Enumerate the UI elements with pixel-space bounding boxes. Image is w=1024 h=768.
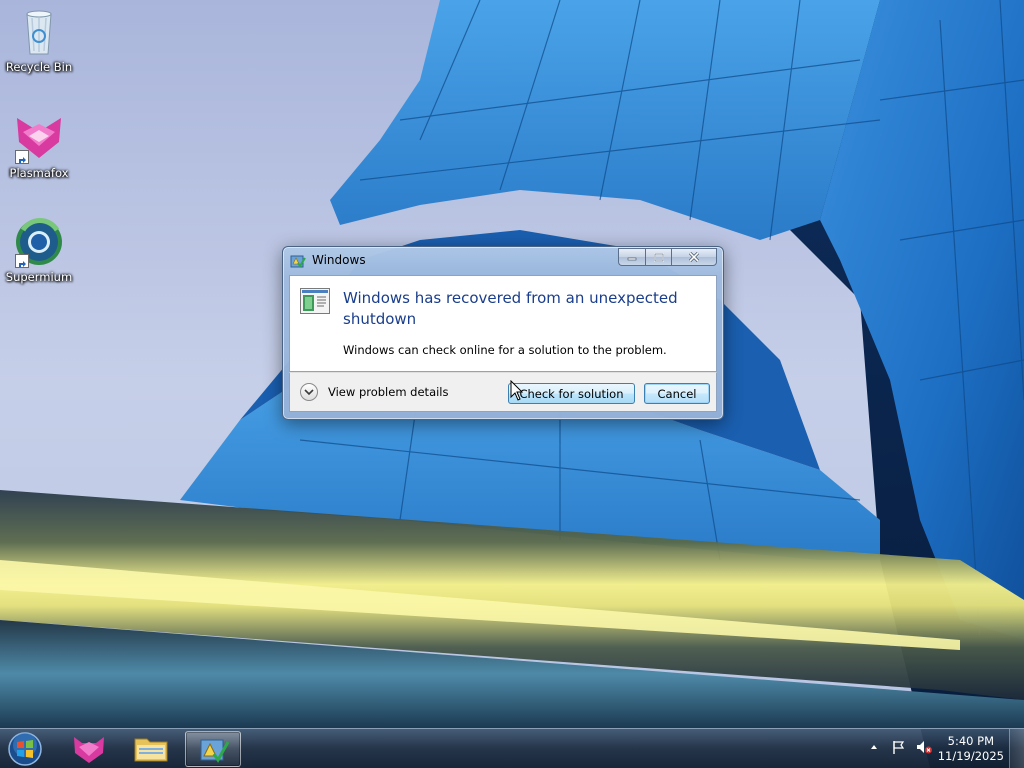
volume-muted-icon [917,741,932,754]
check-for-solution-button[interactable]: Check for solution [508,383,635,404]
recycle-bin-icon [13,6,65,58]
dialog-footer: View problem details Check for solution … [289,372,717,412]
secondary-text: Windows can check online for a solution … [343,343,667,357]
start-button[interactable] [6,731,44,767]
dialog-titlebar[interactable]: Windows [283,247,723,275]
shortcut-arrow-icon [15,254,29,268]
desktop-icon-label: Plasmafox [9,166,69,180]
plasmafox-icon [13,112,65,164]
view-problem-details-label[interactable]: View problem details [328,385,449,399]
volume-button[interactable] [915,739,932,755]
minimize-button[interactable] [618,248,645,266]
dialog-content: Windows has recovered from an unexpected… [289,275,717,372]
clock-time: 5:40 PM [947,734,995,748]
main-instruction: Windows has recovered from an unexpected… [343,289,678,328]
desktop-icon-supermium[interactable]: Supermium [1,216,77,284]
caption-buttons [618,248,717,268]
maximize-icon [653,252,664,262]
clock-date: 11/19/2025 [937,749,1004,763]
show-hidden-icons-chevron [871,745,877,749]
desktop-icon-plasmafox[interactable]: Plasmafox [1,112,77,180]
close-icon [688,252,700,262]
dialog-title: Windows [312,253,366,267]
taskbar: 5:40 PM 11/19/2025 [0,728,1024,768]
desktop-icon-label: Recycle Bin [5,60,73,74]
taskbar-problem-reporting-button[interactable] [185,731,241,767]
desktop-icon-label: Supermium [5,270,73,284]
window-report-icon [300,288,330,314]
supermium-icon [13,216,65,268]
action-center-button[interactable] [891,739,907,755]
desktop-icon-recycle-bin[interactable]: Recycle Bin [1,6,77,74]
show-hidden-icons-button[interactable] [866,739,882,755]
desktop: Recycle Bin Plasmafox Supermium Windows … [0,0,1024,768]
view-details-expand-button[interactable] [300,383,318,401]
minimize-icon [627,257,637,261]
problem-reporting-icon [290,253,306,269]
maximize-button[interactable] [645,248,671,266]
explorer-folder-icon [134,738,168,762]
taskbar-plasmafox-button[interactable] [61,731,117,767]
taskbar-explorer-button[interactable] [123,731,179,767]
action-center-flag-icon [893,741,905,754]
cancel-button[interactable]: Cancel [644,383,710,404]
start-orb-icon [8,732,42,766]
problem-reporting-icon [200,739,230,763]
show-desktop-button[interactable] [1009,729,1024,768]
close-button[interactable] [671,248,717,266]
plasmafox-icon [74,737,104,763]
chevron-down-icon [304,389,314,396]
taskbar-clock[interactable]: 5:40 PM 11/19/2025 [938,734,1004,764]
shortcut-arrow-icon [15,150,29,164]
unexpected-shutdown-dialog: Windows Windows has recovered from an un… [282,246,724,420]
